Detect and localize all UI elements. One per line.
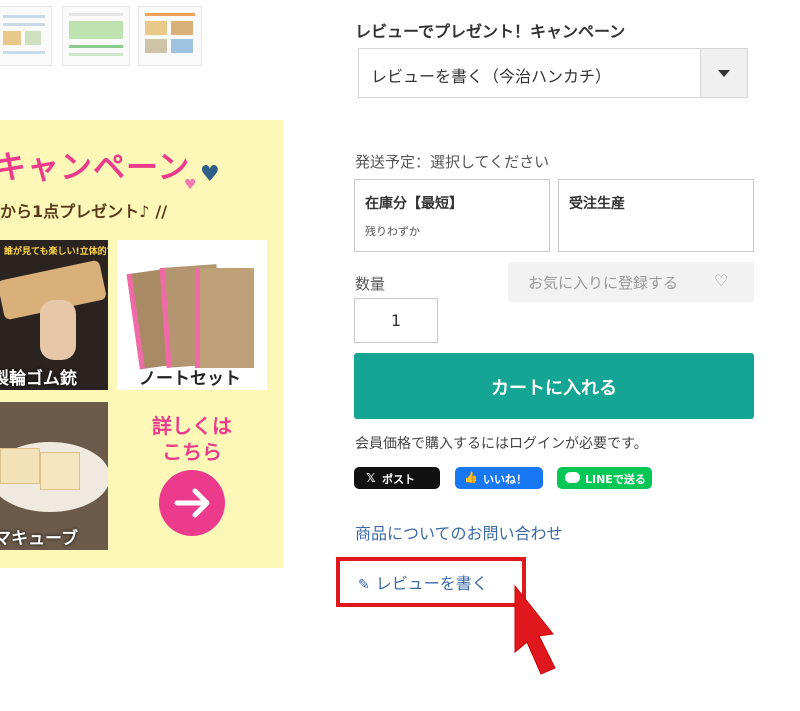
line-send-label: LINEで送る bbox=[585, 473, 646, 486]
x-post-label: ポスト bbox=[382, 473, 415, 486]
banner-title: キャンペーン bbox=[0, 148, 191, 186]
arrow-right-icon[interactable] bbox=[159, 470, 225, 536]
campaign-banner[interactable]: キャンペーン ♥ ♥ から1点プレゼント♪// 誰が見ても楽しい!立体的でリアル… bbox=[0, 120, 283, 568]
details-line-2: こちら bbox=[162, 440, 222, 464]
shipping-option-made-to-order[interactable]: 受注生産 bbox=[558, 179, 754, 252]
campaign-select[interactable]: レビューを書く（今治ハンカチ） bbox=[358, 48, 748, 98]
blue-heart-icon: ♥ bbox=[200, 162, 220, 187]
thumbnail-image-2[interactable] bbox=[62, 6, 130, 66]
select-dropdown-button[interactable] bbox=[700, 49, 747, 97]
tile-gun-caption: 製輪ゴム銃 bbox=[0, 369, 77, 389]
quantity-input[interactable]: 1 bbox=[354, 298, 438, 343]
line-send-button[interactable]: LINEで送る bbox=[557, 467, 652, 489]
x-logo-icon: 𝕏 bbox=[366, 471, 376, 485]
thumbs-up-icon: 👍 bbox=[464, 471, 478, 484]
cube-1-image bbox=[0, 448, 40, 484]
quantity-label: 数量 bbox=[355, 275, 386, 293]
hand-image bbox=[40, 300, 76, 360]
caret-down-icon bbox=[718, 70, 730, 77]
thumbnail-image-1[interactable] bbox=[0, 6, 52, 66]
details-line-1: 詳しくは bbox=[152, 414, 232, 438]
tile-cube-caption: マキューブ bbox=[0, 529, 78, 549]
heart-outline-icon: ♡ bbox=[714, 271, 729, 290]
pink-heart-icon: ♥ bbox=[184, 177, 197, 193]
tile-notebook-set[interactable]: ノートセット bbox=[117, 240, 267, 390]
tile-rubber-band-gun[interactable]: 誰が見ても楽しい!立体的でリアルゴム銃 製輪ゴム銃 bbox=[0, 240, 108, 390]
banner-subtitle: から1点プレゼント♪// bbox=[0, 202, 168, 221]
quantity-value: 1 bbox=[390, 311, 402, 330]
option-title: 在庫分【最短】 bbox=[365, 196, 463, 212]
favorites-label: お気に入りに登録する bbox=[528, 274, 679, 292]
thumbnail-image-3[interactable] bbox=[138, 6, 202, 66]
member-price-note: 会員価格で購入するにはログインが必要です。 bbox=[355, 436, 648, 452]
x-post-button[interactable]: 𝕏 ポスト bbox=[354, 467, 440, 489]
shipping-option-in-stock[interactable]: 在庫分【最短】 残りわずか bbox=[354, 179, 550, 252]
shipping-label: 発送予定：選択してください bbox=[355, 153, 550, 171]
line-bubble-icon bbox=[565, 472, 580, 483]
add-to-cart-label: カートに入れる bbox=[491, 378, 617, 399]
campaign-select-value: レビューを書く（今治ハンカチ） bbox=[371, 67, 612, 86]
product-inquiry-link[interactable]: 商品についてのお問い合わせ bbox=[355, 520, 563, 544]
notebook-3-image bbox=[195, 268, 254, 368]
option-subtitle: 残りわずか bbox=[365, 225, 420, 238]
add-to-cart-button[interactable]: カートに入れる bbox=[354, 353, 754, 419]
tile-notebook-caption: ノートセット bbox=[139, 369, 241, 389]
campaign-label: レビューでプレゼント！キャンペーン bbox=[355, 22, 626, 41]
tile-gun-note: 誰が見ても楽しい!立体的でリアルゴム銃 bbox=[4, 247, 108, 257]
facebook-like-label: いいね！ bbox=[483, 473, 527, 486]
add-to-favorites-button[interactable]: お気に入りに登録する ♡ bbox=[508, 262, 754, 302]
highlight-box bbox=[336, 557, 526, 607]
option-title: 受注生産 bbox=[569, 196, 625, 212]
cube-2-image bbox=[40, 452, 80, 490]
tile-cube[interactable]: マキューブ bbox=[0, 402, 108, 550]
facebook-like-button[interactable]: 👍 いいね！ bbox=[455, 467, 543, 489]
red-cursor-arrow-icon bbox=[514, 584, 556, 675]
details-link[interactable]: 詳しくは こちら bbox=[117, 402, 267, 550]
